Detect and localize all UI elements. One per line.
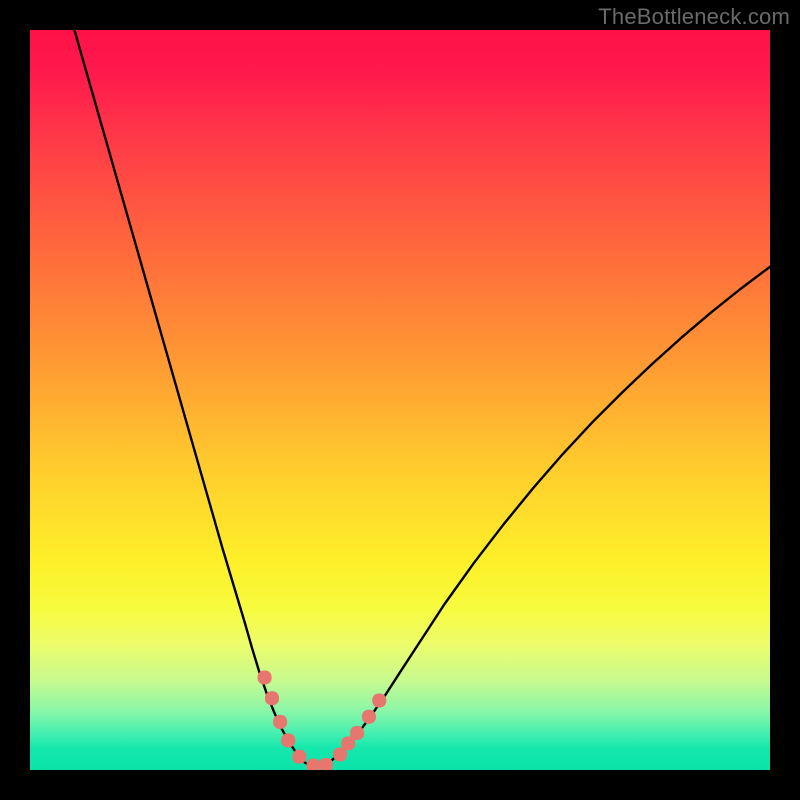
data-marker <box>306 759 320 770</box>
curve-group <box>74 30 770 767</box>
data-marker <box>273 715 287 729</box>
data-marker <box>292 750 306 764</box>
data-marker <box>265 691 279 705</box>
chart-frame: TheBottleneck.com <box>0 0 800 800</box>
bottleneck-curve <box>74 30 770 767</box>
data-marker <box>372 693 386 707</box>
data-marker <box>258 671 272 685</box>
data-marker <box>362 710 376 724</box>
watermark-text: TheBottleneck.com <box>598 4 790 30</box>
data-marker <box>319 758 333 770</box>
chart-svg <box>30 30 770 770</box>
plot-area <box>30 30 770 770</box>
marker-group <box>258 671 387 771</box>
data-marker <box>281 733 295 747</box>
data-marker <box>350 726 364 740</box>
